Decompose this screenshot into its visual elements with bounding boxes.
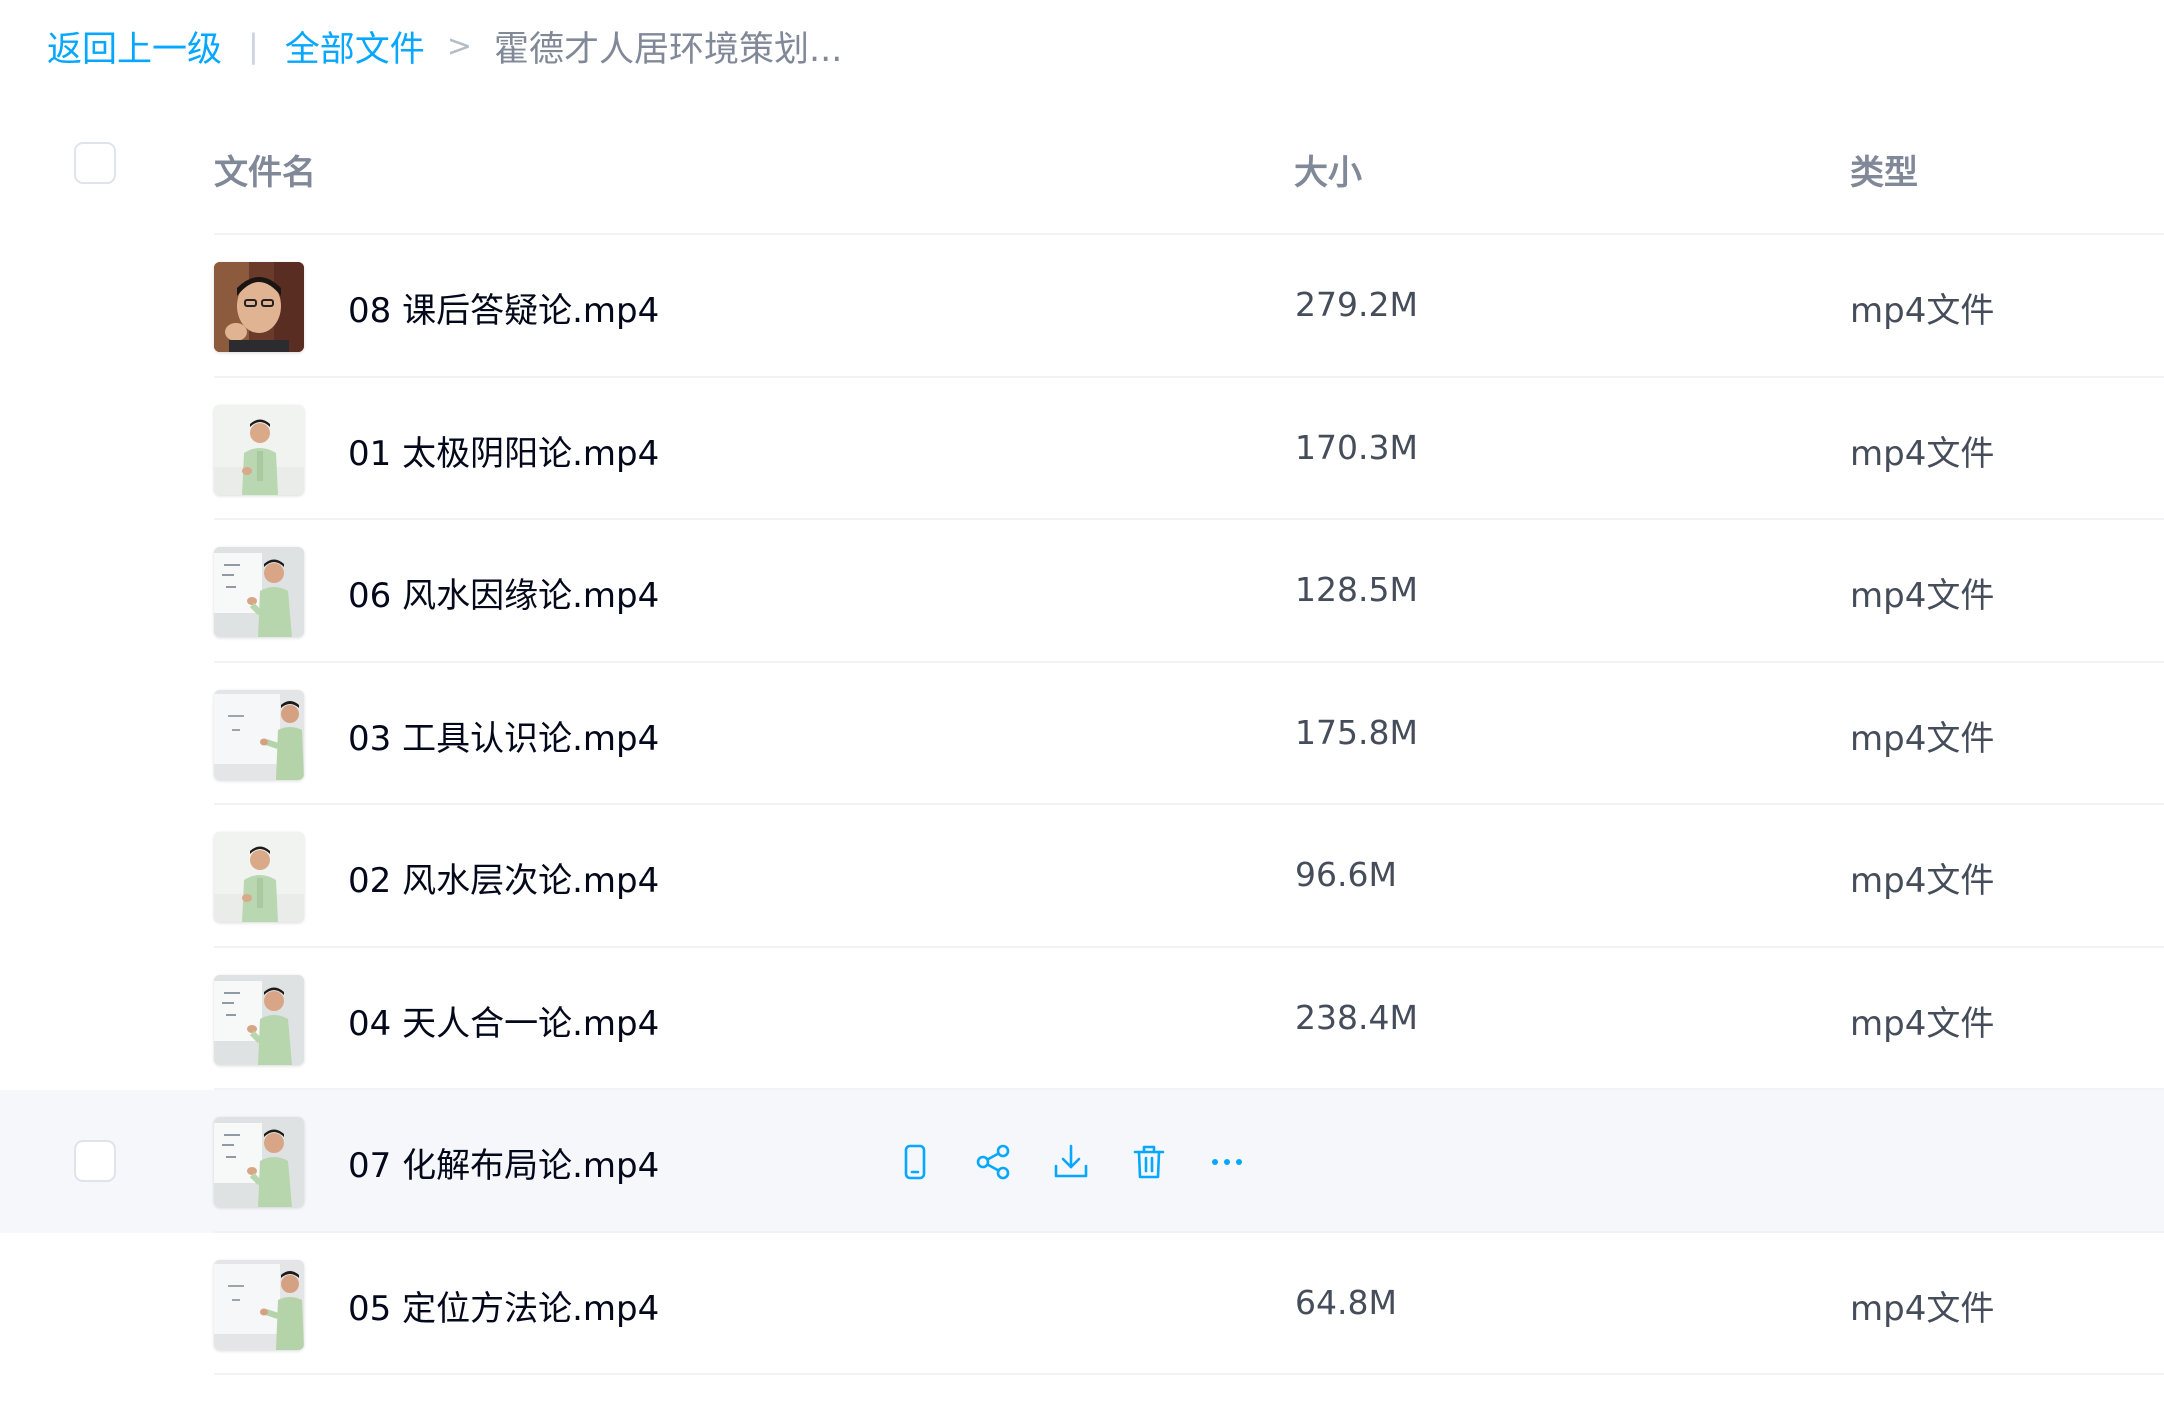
file-type: mp4文件 bbox=[1850, 291, 1995, 331]
video-thumbnail[interactable] bbox=[214, 404, 304, 495]
file-row[interactable]: 06 风水因缘论.mp4 128.5M mp4文件 bbox=[0, 520, 2164, 663]
select-all-checkbox[interactable] bbox=[74, 142, 116, 184]
file-type: mp4文件 bbox=[1850, 861, 1995, 901]
video-thumbnail[interactable] bbox=[214, 974, 304, 1065]
file-row[interactable]: 05 定位方法论.mp4 64.8M mp4文件 bbox=[0, 1233, 2164, 1375]
video-thumbnail[interactable] bbox=[214, 1117, 304, 1207]
file-type: mp4文件 bbox=[1850, 1288, 1995, 1329]
table-header: 文件名 大小 类型 bbox=[0, 115, 2164, 235]
file-browser: 返回上一级 | 全部文件 > 霍德才人居环境策划... 文件名 大小 类型 08… bbox=[0, 0, 2164, 1428]
file-name[interactable]: 02 风水层次论.mp4 bbox=[348, 853, 659, 902]
share-icon[interactable] bbox=[972, 1141, 1014, 1183]
file-name[interactable]: 04 天人合一论.mp4 bbox=[348, 996, 659, 1045]
delete-icon[interactable] bbox=[1128, 1141, 1170, 1183]
column-header-name[interactable]: 文件名 bbox=[214, 145, 316, 194]
video-thumbnail[interactable] bbox=[214, 832, 304, 922]
row-checkbox[interactable] bbox=[74, 1140, 116, 1182]
download-icon[interactable] bbox=[1050, 1141, 1092, 1183]
breadcrumb-arrow: > bbox=[446, 28, 472, 64]
file-size: 238.4M bbox=[1295, 997, 1418, 1037]
video-thumbnail[interactable] bbox=[214, 262, 304, 352]
video-thumbnail[interactable] bbox=[214, 1259, 304, 1350]
file-size: 279.2M bbox=[1295, 285, 1418, 324]
breadcrumb-current: 霍德才人居环境策划... bbox=[493, 29, 843, 70]
file-name[interactable]: 05 定位方法论.mp4 bbox=[348, 1281, 659, 1330]
file-type: mp4文件 bbox=[1850, 1003, 1995, 1044]
file-list: 08 课后答疑论.mp4 279.2M mp4文件 01 太极阴阳论.mp4 1… bbox=[0, 235, 2164, 1375]
breadcrumb: 返回上一级 | 全部文件 > 霍德才人居环境策划... bbox=[47, 20, 842, 72]
file-name[interactable]: 01 太极阴阳论.mp4 bbox=[348, 426, 659, 475]
phone-icon[interactable] bbox=[894, 1141, 936, 1183]
file-row[interactable]: 02 风水层次论.mp4 96.6M mp4文件 bbox=[0, 805, 2164, 948]
more-icon[interactable] bbox=[1206, 1141, 1248, 1183]
back-link[interactable]: 返回上一级 bbox=[47, 21, 222, 72]
breadcrumb-divider: | bbox=[248, 27, 259, 65]
file-type: mp4文件 bbox=[1850, 718, 1995, 759]
file-name[interactable]: 08 课后答疑论.mp4 bbox=[348, 283, 659, 332]
file-size: 170.3M bbox=[1295, 427, 1418, 467]
file-type: mp4文件 bbox=[1850, 433, 1995, 474]
file-size: 96.6M bbox=[1295, 855, 1397, 894]
file-name[interactable]: 06 风水因缘论.mp4 bbox=[348, 568, 659, 617]
video-thumbnail[interactable] bbox=[214, 547, 304, 637]
file-name[interactable]: 07 化解布局论.mp4 bbox=[348, 1138, 659, 1187]
video-thumbnail[interactable] bbox=[214, 689, 304, 780]
file-row[interactable]: 08 课后答疑论.mp4 279.2M mp4文件 bbox=[0, 235, 2164, 378]
row-divider bbox=[214, 1373, 2164, 1375]
file-size: 64.8M bbox=[1295, 1282, 1397, 1322]
file-size: 128.5M bbox=[1295, 570, 1418, 609]
file-type: mp4文件 bbox=[1850, 576, 1995, 616]
column-header-type[interactable]: 类型 bbox=[1850, 145, 1918, 194]
column-header-size[interactable]: 大小 bbox=[1294, 145, 1362, 194]
file-row[interactable]: 01 太极阴阳论.mp4 170.3M mp4文件 bbox=[0, 378, 2164, 520]
row-actions bbox=[894, 1141, 1248, 1183]
file-row[interactable]: 04 天人合一论.mp4 238.4M mp4文件 bbox=[0, 948, 2164, 1090]
file-size: 175.8M bbox=[1295, 712, 1418, 752]
breadcrumb-root[interactable]: 全部文件 bbox=[285, 21, 425, 72]
file-name[interactable]: 03 工具认识论.mp4 bbox=[348, 711, 659, 760]
file-row[interactable]: 07 化解布局论.mp4 bbox=[0, 1090, 2164, 1233]
file-row[interactable]: 03 工具认识论.mp4 175.8M mp4文件 bbox=[0, 663, 2164, 805]
